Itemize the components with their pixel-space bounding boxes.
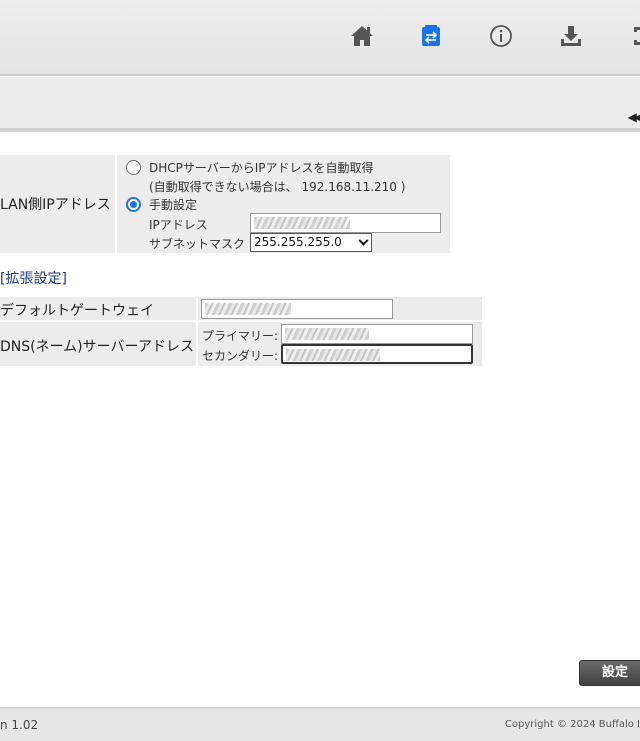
top-nav-bar <box>0 0 640 76</box>
dns-secondary-label: セカンダリー: <box>202 349 279 363</box>
dns-primary-label: プライマリー: <box>202 329 279 343</box>
manual-radio[interactable] <box>126 197 141 212</box>
subnet-mask-label: サブネットマスク <box>149 237 246 251</box>
footer: n 1.02 Copyright © 2024 Buffalo I <box>0 707 640 741</box>
gateway-dns-table: デフォルトゲートウェイ DNS(ネーム)サーバーアドレス プライマリー: セカン… <box>0 297 482 366</box>
firmware-version: n 1.02 <box>0 718 39 732</box>
subnet-mask-select[interactable]: 255.255.255.0 <box>250 233 372 252</box>
subnet-mask-value: 255.255.255.0 <box>254 235 342 249</box>
table-divider <box>115 155 117 253</box>
ip-address-input[interactable] <box>250 213 441 233</box>
lan-ip-label: LAN側IPアドレス <box>0 197 111 213</box>
redacted-value <box>286 349 380 361</box>
copyright-text: Copyright © 2024 Buffalo I <box>504 719 640 730</box>
settings-transfer-icon[interactable] <box>417 22 445 50</box>
table-divider <box>196 297 198 366</box>
home-icon[interactable] <box>348 22 376 50</box>
chevron-down-icon <box>358 235 369 246</box>
redacted-value <box>285 328 369 340</box>
dns-primary-input[interactable] <box>281 324 473 344</box>
manual-option-label: 手動設定 <box>149 198 198 212</box>
redacted-value <box>205 303 291 315</box>
collapse-menu-icon[interactable]: ◀◀ <box>628 110 640 124</box>
dns-secondary-input[interactable] <box>281 344 473 364</box>
extended-settings-link[interactable]: [拡張設定] <box>0 268 67 288</box>
dhcp-note: (自動取得できない場合は、 192.168.11.210 ) <box>149 180 406 194</box>
dhcp-option-label: DHCPサーバーからIPアドレスを自動取得 <box>149 161 374 175</box>
table-divider <box>0 320 482 322</box>
lan-ip-settings-table: LAN側IPアドレス DHCPサーバーからIPアドレスを自動取得 (自動取得でき… <box>0 155 450 253</box>
sub-toolbar <box>0 77 640 132</box>
redacted-value <box>254 217 350 229</box>
default-gateway-input[interactable] <box>201 299 393 319</box>
dhcp-radio[interactable] <box>126 160 141 175</box>
download-icon[interactable] <box>557 22 585 50</box>
dns-server-label: DNS(ネーム)サーバーアドレス <box>0 339 194 355</box>
info-icon[interactable] <box>487 22 515 50</box>
default-gateway-label: デフォルトゲートウェイ <box>0 303 154 319</box>
ip-address-label: IPアドレス <box>149 218 208 232</box>
logout-icon[interactable] <box>626 22 640 50</box>
apply-settings-button[interactable]: 設定 <box>579 660 640 686</box>
